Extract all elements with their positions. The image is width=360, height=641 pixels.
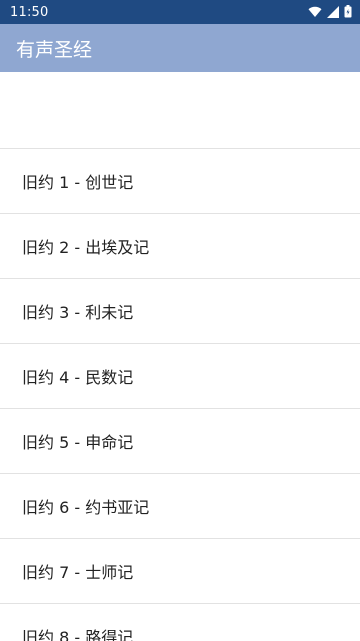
list-header-spacer	[0, 72, 360, 149]
book-list: 旧约 1 - 创世记 旧约 2 - 出埃及记 旧约 3 - 利未记 旧约 4 -…	[0, 149, 360, 641]
list-item-label: 旧约 1 - 创世记	[22, 173, 134, 192]
battery-icon	[344, 3, 352, 22]
list-item-book-5[interactable]: 旧约 5 - 申命记	[0, 409, 360, 474]
list-item-book-3[interactable]: 旧约 3 - 利未记	[0, 279, 360, 344]
list-item-book-7[interactable]: 旧约 7 - 士师记	[0, 539, 360, 604]
list-item-label: 旧约 6 - 约书亚记	[22, 498, 150, 517]
cellular-signal-icon	[327, 3, 339, 22]
wifi-icon	[308, 3, 322, 22]
app-title: 有声圣经	[16, 38, 93, 61]
list-item-label: 旧约 2 - 出埃及记	[22, 238, 150, 257]
list-item-book-4[interactable]: 旧约 4 - 民数记	[0, 344, 360, 409]
status-time: 11:50	[10, 4, 49, 20]
list-item-label: 旧约 3 - 利未记	[22, 303, 134, 322]
list-item-label: 旧约 8 - 路得记	[22, 628, 134, 641]
status-icons	[308, 3, 352, 22]
status-bar: 11:50	[0, 0, 360, 24]
list-item-book-2[interactable]: 旧约 2 - 出埃及记	[0, 214, 360, 279]
list-item-label: 旧约 4 - 民数记	[22, 368, 134, 387]
app-bar: 有声圣经	[0, 24, 360, 72]
list-item-label: 旧约 5 - 申命记	[22, 433, 134, 452]
list-item-book-8[interactable]: 旧约 8 - 路得记	[0, 604, 360, 641]
list-item-book-1[interactable]: 旧约 1 - 创世记	[0, 149, 360, 214]
book-list-container[interactable]: 旧约 1 - 创世记 旧约 2 - 出埃及记 旧约 3 - 利未记 旧约 4 -…	[0, 72, 360, 641]
list-item-label: 旧约 7 - 士师记	[22, 563, 134, 582]
list-item-book-6[interactable]: 旧约 6 - 约书亚记	[0, 474, 360, 539]
